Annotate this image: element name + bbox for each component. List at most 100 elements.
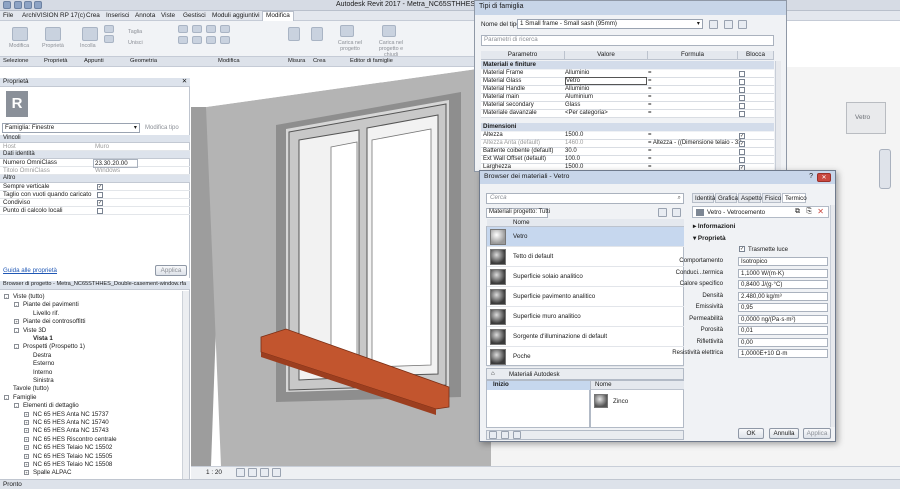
material-property-row[interactable]: Densità 2.480,00 kg/m³ xyxy=(693,291,828,302)
library-list-header[interactable]: Nome xyxy=(591,381,684,390)
param-formula[interactable]: = xyxy=(648,70,652,76)
create-material-icon[interactable] xyxy=(501,431,509,439)
library-name[interactable]: Materiali Autodesk xyxy=(509,371,560,378)
prop-row-sempre-verticale[interactable]: Sempre verticale ✓ xyxy=(0,183,190,191)
type-param-row[interactable]: Ext Wall Offset (default) 100.0 = xyxy=(481,156,774,164)
type-param-row[interactable]: Materiale davanzale <Per categoria> = xyxy=(481,110,774,118)
material-property-row[interactable]: Porosità 0,01 xyxy=(693,326,828,336)
material-search-input[interactable]: Cerca ⌕ xyxy=(486,193,684,204)
type-name-select[interactable]: 1 Small frame - Small sash (95mm) ▾ xyxy=(517,19,703,29)
properties-button-label[interactable]: Proprietà xyxy=(42,43,64,49)
project-browser-scrollbar[interactable] xyxy=(182,291,189,479)
tree-toggle-icon[interactable]: + xyxy=(24,428,29,434)
type-param-row[interactable]: Altezza 1500.0 = ✓ xyxy=(481,132,774,140)
col-header-formula[interactable]: Formula xyxy=(648,51,738,60)
param-value[interactable]: 1460.0 xyxy=(565,140,583,146)
paste-icon[interactable] xyxy=(82,27,98,41)
material-property-row[interactable]: Calore specifico 0,8400 J/(g·°C) xyxy=(680,280,828,290)
project-materials-filter[interactable]: Materiali progetto: Tutti xyxy=(486,208,550,218)
properties-scrollbar[interactable] xyxy=(830,205,835,427)
copy-icon[interactable] xyxy=(104,35,114,43)
rotate-icon[interactable] xyxy=(206,25,216,33)
param-value[interactable]: Vetro xyxy=(565,77,647,85)
add-library-icon[interactable] xyxy=(489,431,497,439)
param-lock-checkbox[interactable] xyxy=(739,79,745,85)
param-formula[interactable]: = xyxy=(648,102,652,108)
param-formula[interactable]: = xyxy=(648,94,652,100)
param-lock-checkbox[interactable] xyxy=(739,157,745,163)
param-lock-checkbox[interactable] xyxy=(739,111,745,117)
tab-modifica[interactable]: Modifica xyxy=(262,11,294,21)
prop-row-punto-calcolo[interactable]: Punto di calcolo locali xyxy=(0,207,190,215)
help-icon[interactable]: ? xyxy=(809,173,813,180)
load-and-close-icon[interactable] xyxy=(382,25,396,37)
tab-file[interactable]: File xyxy=(3,12,13,19)
col-header-valore[interactable]: Valore xyxy=(565,51,648,60)
param-value[interactable]: 30.0 xyxy=(565,148,577,154)
param-lock-checkbox[interactable]: ✓ xyxy=(739,133,745,139)
param-formula[interactable]: = xyxy=(648,132,652,138)
tree-toggle-icon[interactable]: + xyxy=(24,436,29,442)
trim-icon[interactable] xyxy=(206,36,216,44)
create-icon[interactable] xyxy=(311,27,323,41)
app-menu-icon[interactable] xyxy=(3,1,11,9)
undo-icon[interactable] xyxy=(34,1,42,9)
tab-annota[interactable]: Annota xyxy=(135,12,155,19)
property-value[interactable]: 0,8400 J/(g·°C) xyxy=(738,280,828,289)
tree-toggle-icon[interactable]: + xyxy=(24,453,29,459)
material-property-row[interactable]: Riflettività 0,00 xyxy=(693,337,828,348)
asset-editor-icon[interactable] xyxy=(513,431,521,439)
param-value[interactable]: Alluminio xyxy=(565,70,589,76)
property-value[interactable]: Isotropico xyxy=(738,257,828,266)
tab-aspetto[interactable]: Aspetto xyxy=(738,193,762,203)
properties-apply-button[interactable]: Applica xyxy=(155,265,187,276)
materials-list-header[interactable]: Nome xyxy=(487,219,684,227)
panel-misura[interactable]: Misura xyxy=(288,58,305,64)
tab-termico[interactable]: Termico xyxy=(782,193,807,203)
param-value[interactable]: Alluminio xyxy=(565,86,589,92)
shadows-icon[interactable] xyxy=(272,468,281,477)
tab-grafica[interactable]: Grafica xyxy=(715,193,738,203)
viewcube[interactable]: Vetro xyxy=(846,102,886,134)
material-item[interactable]: Tetto di default xyxy=(487,247,684,267)
param-value[interactable]: Glass xyxy=(565,102,580,108)
type-param-row[interactable]: Material secondary Glass = xyxy=(481,102,774,110)
material-item[interactable]: Vetro xyxy=(487,227,684,247)
material-item[interactable]: Superficie pavimento analitico xyxy=(487,287,684,307)
mirror-icon[interactable] xyxy=(220,25,230,33)
param-value[interactable]: 1500.0 xyxy=(565,132,583,138)
type-param-row[interactable]: Altezza Anta (default) 1460.0 = Altezza - … xyxy=(481,140,774,148)
edit-type-button[interactable]: Modifica tipo xyxy=(145,125,179,131)
group-dimensioni[interactable]: Dimensioni xyxy=(481,123,774,131)
prop-row-taglio-vuoti[interactable]: Taglio con vuoti quando caricato xyxy=(0,191,190,199)
prop-row-condiviso[interactable]: Condiviso ✓ xyxy=(0,199,190,207)
type-param-row[interactable]: Material Glass Vetro = xyxy=(481,77,774,86)
tree-toggle-icon[interactable]: - xyxy=(14,327,19,333)
param-formula[interactable]: = Altezza - ((Dimensione telaio - 33 xyxy=(648,140,742,146)
transmit-light-checkbox[interactable]: ✓ xyxy=(739,246,745,252)
new-type-icon[interactable] xyxy=(709,20,718,29)
type-param-row[interactable]: Material Handle Alluminio = xyxy=(481,86,774,94)
type-param-row[interactable]: Material main Aluminium = xyxy=(481,94,774,102)
tree-toggle-icon[interactable]: - xyxy=(14,344,19,350)
tab-archivision[interactable]: ArchiVISION RP 17(c) xyxy=(22,12,85,19)
ok-button[interactable]: OK xyxy=(738,428,764,439)
param-value[interactable]: <Per categoria> xyxy=(565,110,608,116)
search-parameters-input[interactable]: Parametri di ricerca xyxy=(481,35,774,46)
group-vincoli[interactable]: Vincoli xyxy=(0,135,190,143)
navigation-bar[interactable] xyxy=(879,149,891,189)
load-into-project-label[interactable]: Carica nel progetto xyxy=(335,40,365,52)
tree-toggle-icon[interactable]: + xyxy=(14,319,19,325)
checkbox-punto-calcolo[interactable] xyxy=(97,208,103,214)
group-altro[interactable]: Altro xyxy=(0,175,190,183)
hide-library-icon[interactable] xyxy=(672,208,681,217)
home-icon[interactable]: ⌂ xyxy=(491,370,495,377)
property-value[interactable]: 0,95 xyxy=(738,303,828,312)
param-lock-checkbox[interactable] xyxy=(739,103,745,109)
material-property-row[interactable]: Permeabilità 0,0000 ng/(Pa·s·m²) xyxy=(689,314,828,325)
type-param-row[interactable]: Battente coibente (default) 30.0 = xyxy=(481,148,774,156)
material-property-row[interactable]: Comportamento Isotropico xyxy=(679,257,828,267)
panel-selezione[interactable]: Selezione xyxy=(3,58,28,64)
tab-identità[interactable]: Identità xyxy=(692,193,715,203)
duplicate-asset-icon[interactable]: ⎘ xyxy=(806,208,812,216)
